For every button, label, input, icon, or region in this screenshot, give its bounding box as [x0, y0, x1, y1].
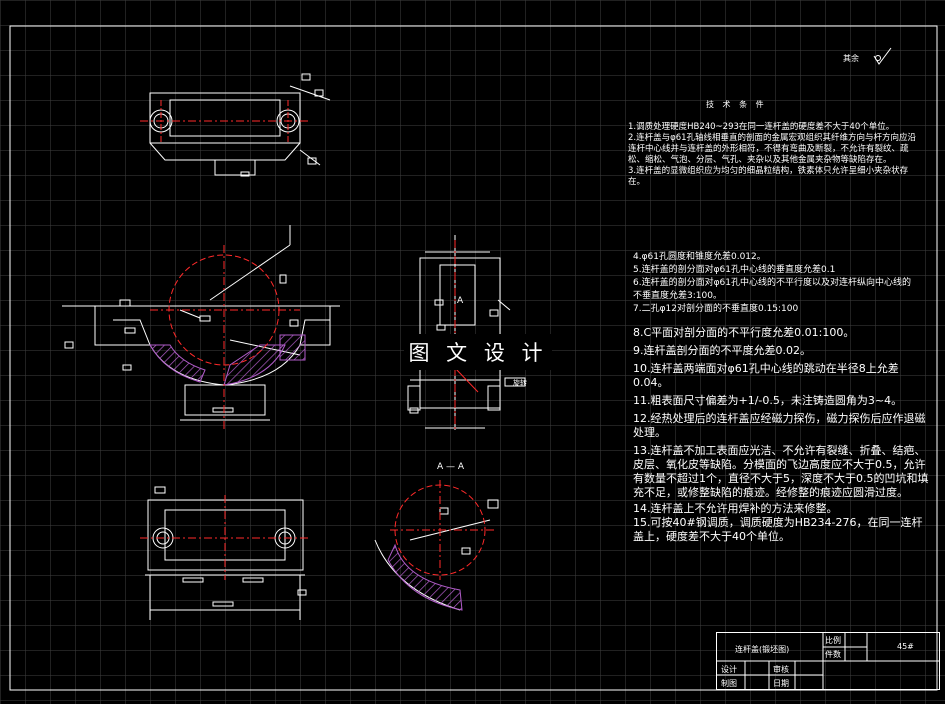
cad-drawing-canvas: 其余 A — A A 旋转 技 术 条 件 1.调质处理硬度HB240~293在… — [0, 0, 945, 704]
tech-note-4: 4.φ61孔圆度和锥度允差0.012。 — [633, 252, 766, 262]
date-label: 日期 — [773, 679, 789, 688]
tech-note-7: 7.二孔φ12对剖分面的不垂直度0.15:100 — [633, 304, 799, 314]
tech-note-3: 3.连杆盖的显微组织应为均匀的细晶粒结构，铁素体只允许呈细小夹杂状存在。 — [628, 166, 909, 187]
top-view — [149, 73, 331, 177]
tech-note-10: 10.连杆盖两端面对φ61孔中心线的跳动在半径8上允差0.04。 — [633, 362, 899, 389]
view-a-label: A — [457, 296, 464, 306]
tech-note-2: 2.连杆盖与φ61孔轴线相垂直的剖面的金属宏观组织其纤维方向与杆方向应沿连杆中心… — [628, 133, 917, 165]
scale-label: 比例 — [825, 636, 841, 645]
tech-note-15: 15.可按40#钢调质，调质硬度为HB234-276，在同一连杆盖上，硬度差不大… — [633, 516, 923, 543]
rotated-label: 旋转 — [513, 379, 527, 387]
side-view — [407, 235, 526, 430]
tech-note-14: 14.连杆盖上不允许用焊补的方法来修整。 — [633, 502, 838, 515]
drafter-label: 制图 — [721, 679, 737, 688]
material-value: 45# — [897, 642, 914, 651]
title-block: 连杆盖(锻坯图) 比例 件数 45# 设计 制图 审核 日期 — [716, 632, 940, 690]
tech-requirements-title: 技 术 条 件 — [706, 100, 767, 109]
quantity-label: 件数 — [825, 650, 841, 659]
tech-notes-large: 8.C平面对剖分面的不平行度允差0.01:100。 9.连杆盖剖分面的不平度允差… — [633, 326, 933, 544]
designer-label: 设计 — [721, 665, 737, 674]
front-view — [62, 225, 340, 421]
tech-note-11: 11.粗表面尺寸偏差为+1/-0.5，未注铸造圆角为3~4。 — [633, 394, 903, 407]
tech-note-1: 1.调质处理硬度HB240~293在同一连杆盖的硬度差不大于40个单位。 — [628, 122, 895, 132]
tech-note-12: 12.经热处理后的连杆盖应经磁力探伤，磁力探伤后应作退磁处理。 — [633, 412, 926, 439]
tech-note-9: 9.连杆盖剖分面的不平度允差0.02。 — [633, 344, 811, 357]
tech-note-6: 6.连杆盖的剖分面对φ61孔中心线的不平行度以及对连杆纵向中心线的不垂直度允差3… — [633, 278, 911, 301]
roughness-label: 其余 — [843, 54, 859, 63]
roughness-symbol — [873, 47, 892, 65]
tech-note-13: 13.连杆盖不加工表面应光洁、不允许有裂缝、折叠、结疤、皮层、氧化皮等缺陷。分模… — [633, 444, 929, 499]
drawing-name: 连杆盖(锻坯图) — [735, 645, 790, 654]
tech-note-8: 8.C平面对剖分面的不平行度允差0.01:100。 — [633, 326, 855, 339]
tech-note-5: 5.连杆盖的剖分面对φ61孔中心线的垂直度允差0.1 — [633, 265, 836, 275]
tech-notes-small: 1.调质处理硬度HB240~293在同一连杆盖的硬度差不大于40个单位。 2.连… — [628, 122, 918, 188]
section-aa-label: A — A — [437, 462, 465, 472]
reviewer-label: 审核 — [773, 665, 789, 674]
watermark-text: 图 文 设 计 — [404, 334, 552, 370]
tech-notes-mid: 4.φ61孔圆度和锥度允差0.012。 5.连杆盖的剖分面对φ61孔中心线的垂直… — [633, 251, 913, 316]
